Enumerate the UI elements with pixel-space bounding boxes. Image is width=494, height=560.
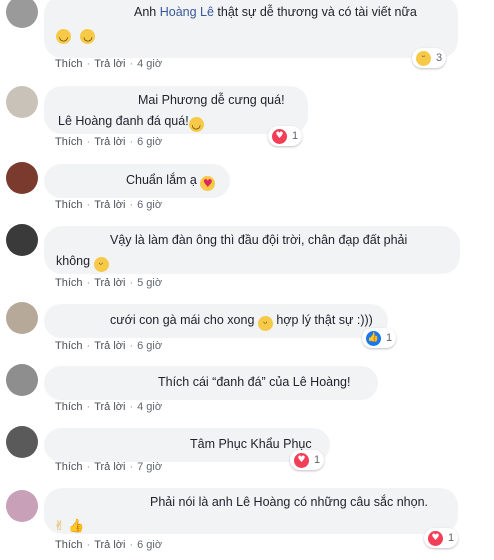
- like-link[interactable]: Thích: [55, 539, 83, 551]
- love-icon: ♥: [272, 128, 287, 144]
- comment-text: cưới con gà mái cho xong ᵕ hợp lý thật s…: [110, 313, 373, 331]
- reply-link[interactable]: Trả lời: [94, 58, 125, 70]
- comment-actions: Thích · Trả lời · 5 giờ: [55, 277, 163, 289]
- comment-actions: Thích · Trả lời · 6 giờ: [55, 539, 163, 551]
- comment-text: Chuẩn lắm ạ ♥: [44, 170, 230, 191]
- reply-link[interactable]: Trả lời: [94, 539, 125, 551]
- mention-link[interactable]: Hoàng Lê: [160, 5, 214, 19]
- like-link[interactable]: Thích: [55, 340, 83, 352]
- reply-link[interactable]: Trả lời: [94, 277, 125, 289]
- ok-hand-emoji-icon: ✌: [54, 519, 65, 534]
- avatar[interactable]: [6, 0, 38, 28]
- comment-actions: Thích · Trả lời · 4 giờ: [55, 58, 163, 70]
- smile-emoji-icon: ◡: [80, 29, 96, 44]
- emoji-line: ◡ ◡: [44, 23, 458, 44]
- smile-emoji-icon: ◡: [56, 29, 71, 44]
- reply-link[interactable]: Trả lời: [94, 340, 125, 352]
- comment-bubble: Mai Phương dễ cưng quá! Lê Hoàng đanh đá…: [44, 86, 308, 134]
- comment-time[interactable]: 5 giờ: [137, 277, 162, 289]
- reaction-summary[interactable]: ♥ 1: [290, 450, 325, 470]
- emoji-line: ✌ 👍: [44, 513, 458, 534]
- comment-actions: Thích · Trả lời · 6 giờ: [55, 340, 163, 352]
- comment-actions: Thích · Trả lời · 6 giờ: [55, 136, 163, 148]
- like-link[interactable]: Thích: [55, 58, 83, 70]
- reaction-summary[interactable]: ♥ 1: [424, 528, 459, 548]
- comment-text: Anh Hoàng Lê thật sự dễ thương và có tài…: [134, 5, 417, 19]
- tongue-emoji-icon: ᵕ: [93, 257, 109, 272]
- comment-text: Mai Phương dễ cưng quá!: [138, 93, 285, 107]
- reaction-summary[interactable]: ♥ 1: [268, 126, 303, 146]
- like-icon: 👍: [366, 330, 381, 346]
- avatar[interactable]: [6, 224, 38, 256]
- reply-link[interactable]: Trả lời: [94, 199, 125, 211]
- love-icon: ♥: [428, 530, 443, 546]
- comment-time[interactable]: 6 giờ: [137, 539, 162, 551]
- comment-actions: Thích · Trả lời · 7 giờ: [55, 461, 163, 473]
- smile-emoji-icon: ◡: [188, 117, 204, 132]
- avatar[interactable]: [6, 302, 38, 334]
- comment-text: Tâm Phục Khẩu Phục: [190, 437, 312, 451]
- comment-time[interactable]: 6 giờ: [137, 340, 162, 352]
- reply-link[interactable]: Trả lời: [94, 136, 125, 148]
- avatar[interactable]: [6, 364, 38, 396]
- comment-bubble: Phải nói là anh Lê Hoàng có những câu sắ…: [44, 488, 458, 534]
- comment-actions: Thích · Trả lời · 4 giờ: [55, 401, 163, 413]
- comment-bubble: cưới con gà mái cho xong ᵕ hợp lý thật s…: [44, 304, 388, 338]
- comment-bubble: Vậy là làm đàn ông thì đầu đội trời, châ…: [44, 226, 460, 274]
- reply-link[interactable]: Trả lời: [94, 401, 125, 413]
- heart-eyes-emoji-icon: ♥: [200, 176, 216, 191]
- tongue-emoji-icon: ᵕ: [257, 316, 273, 331]
- comment-text: Vậy là làm đàn ông thì đầu đội trời, châ…: [110, 233, 408, 247]
- comment-bubble: Anh Hoàng Lê thật sự dễ thương và có tài…: [44, 0, 458, 58]
- comment-bubble: Chuẩn lắm ạ ♥: [44, 164, 230, 198]
- reply-link[interactable]: Trả lời: [94, 461, 125, 473]
- avatar[interactable]: [6, 86, 38, 118]
- comment-text: Phải nói là anh Lê Hoàng có những câu sắ…: [150, 495, 429, 509]
- haha-icon: ᵕ: [416, 50, 431, 66]
- comment-time[interactable]: 6 giờ: [137, 199, 162, 211]
- comment-bubble: Tâm Phục Khẩu Phục: [44, 428, 330, 462]
- comment-time[interactable]: 4 giờ: [137, 58, 162, 70]
- like-link[interactable]: Thích: [55, 401, 83, 413]
- comment-text: Lê Hoàng đanh đá quá! ◡: [44, 111, 308, 132]
- reaction-summary[interactable]: 👍 1: [362, 328, 397, 348]
- thumbs-up-emoji-icon: 👍: [68, 519, 85, 534]
- love-icon: ♥: [294, 452, 309, 468]
- avatar[interactable]: [6, 490, 38, 522]
- reaction-count: 1: [314, 454, 321, 466]
- comment-text: không ᵕ: [44, 251, 460, 272]
- comment-text: Thích cái “đanh đá” của Lê Hoàng!: [158, 375, 351, 389]
- reaction-count: 3: [436, 52, 443, 64]
- avatar[interactable]: [6, 162, 38, 194]
- comment-bubble: Thích cái “đanh đá” của Lê Hoàng!: [44, 366, 378, 400]
- comment-time[interactable]: 7 giờ: [137, 461, 162, 473]
- reaction-summary[interactable]: ᵕ 3: [412, 48, 447, 68]
- comment-time[interactable]: 4 giờ: [137, 401, 162, 413]
- reaction-count: 1: [448, 532, 455, 544]
- comment-actions: Thích · Trả lời · 6 giờ: [55, 199, 163, 211]
- reaction-count: 1: [386, 332, 393, 344]
- like-link[interactable]: Thích: [55, 461, 83, 473]
- comment-time[interactable]: 6 giờ: [137, 136, 162, 148]
- like-link[interactable]: Thích: [55, 136, 83, 148]
- avatar[interactable]: [6, 426, 38, 458]
- like-link[interactable]: Thích: [55, 199, 83, 211]
- like-link[interactable]: Thích: [55, 277, 83, 289]
- reaction-count: 1: [292, 130, 299, 142]
